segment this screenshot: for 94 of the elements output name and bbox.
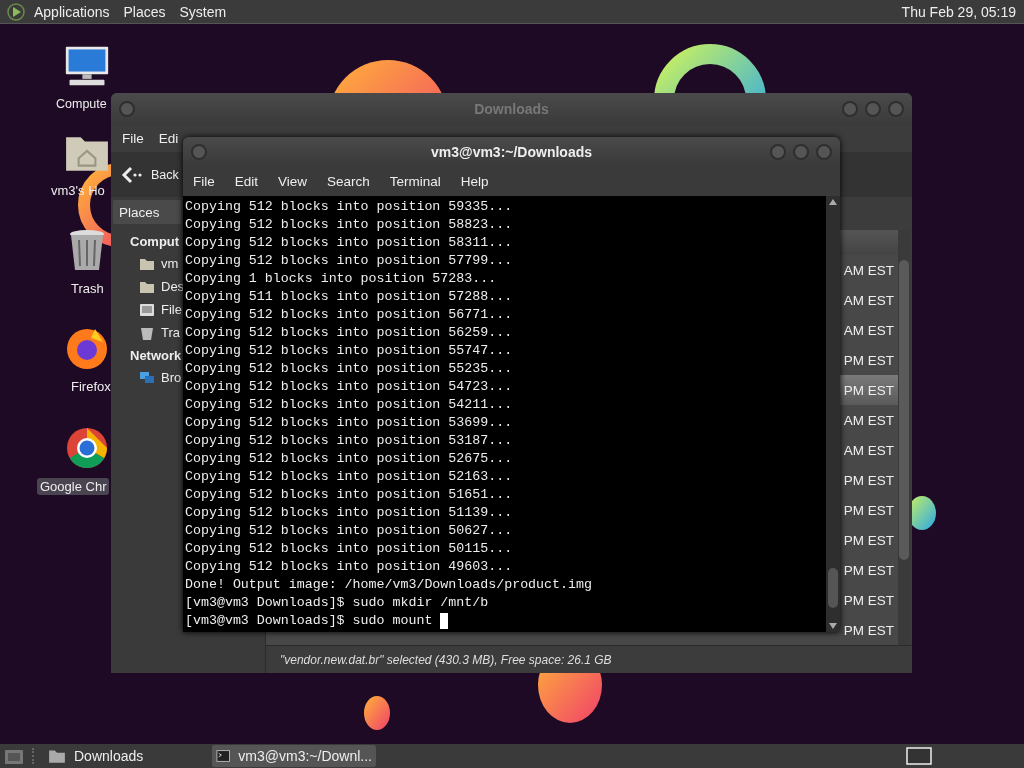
computer-icon[interactable] bbox=[64, 44, 110, 88]
scroll-down-icon[interactable] bbox=[829, 623, 837, 629]
table-cell: PM EST bbox=[843, 532, 894, 548]
table-cell: AM EST bbox=[843, 322, 894, 338]
table-cell: AM EST bbox=[843, 412, 894, 428]
play-logo-icon[interactable] bbox=[6, 1, 26, 22]
table-cell: PM EST bbox=[843, 472, 894, 488]
table-cell: PM EST bbox=[843, 382, 894, 398]
terminal-line: Done! Output image: /home/vm3/Downloads/product.img bbox=[185, 576, 592, 594]
file-row[interactable]: PM EST bbox=[836, 615, 898, 645]
browser-icon[interactable] bbox=[64, 426, 110, 470]
sidebar-item[interactable]: vm bbox=[161, 256, 179, 271]
window-menu-button[interactable] bbox=[191, 143, 207, 160]
window-title: vm3@vm3:~/Downloads bbox=[430, 143, 593, 160]
terminal-line: [vm3@vm3 Downloads]$ sudo mkdir /mnt/b bbox=[185, 594, 489, 612]
table-cell: PM EST bbox=[843, 622, 894, 638]
back-arrow-icon bbox=[121, 165, 143, 184]
menu-item[interactable]: View bbox=[278, 173, 308, 189]
sidebar-item[interactable]: Bro bbox=[161, 370, 182, 385]
places-dropdown[interactable]: Places bbox=[113, 200, 181, 224]
minimize-button[interactable] bbox=[770, 143, 786, 160]
sidebar-heading: Comput bbox=[130, 234, 180, 249]
table-cell: PM EST bbox=[843, 592, 894, 608]
taskbar-button[interactable]: vm3@vm3:~/Downl... bbox=[212, 745, 376, 767]
folder-icon bbox=[139, 256, 155, 271]
terminal-line: Copying 512 blocks into position 53187... bbox=[185, 432, 513, 450]
panel-menu[interactable]: System bbox=[179, 3, 227, 20]
folder-icon bbox=[139, 279, 155, 294]
taskbar-button[interactable]: Downloads bbox=[44, 745, 208, 767]
table-cell: AM EST bbox=[843, 292, 894, 308]
menu-item[interactable]: Search bbox=[327, 173, 370, 189]
menu-item[interactable]: Help bbox=[460, 173, 489, 189]
terminal-line: Copying 512 blocks into position 56259... bbox=[185, 324, 513, 342]
terminal-line: Copying 512 blocks into position 57799... bbox=[185, 252, 513, 270]
scrollbar-thumb[interactable] bbox=[899, 260, 909, 560]
desktop-icon-label[interactable]: Google Chr bbox=[37, 478, 110, 495]
browser-icon[interactable] bbox=[64, 326, 110, 370]
desktop-icon-label[interactable]: Compute bbox=[53, 96, 110, 112]
sidebar-heading: Network bbox=[130, 348, 182, 363]
terminal-line: Copying 512 blocks into position 56771... bbox=[185, 306, 513, 324]
scrollbar[interactable] bbox=[826, 196, 840, 632]
table-cell: PM EST bbox=[843, 352, 894, 368]
sidebar-item[interactable]: Tra bbox=[161, 325, 181, 340]
menu-item[interactable]: File bbox=[122, 131, 144, 146]
terminal-line: Copying 512 blocks into position 59335... bbox=[185, 198, 513, 216]
drive-icon bbox=[139, 302, 155, 317]
table-cell: AM EST bbox=[843, 262, 894, 278]
folder-icon bbox=[48, 748, 66, 764]
panel-menu[interactable]: Applications bbox=[34, 3, 110, 20]
terminal-line: Copying 512 blocks into position 50627... bbox=[185, 522, 513, 540]
terminal-line: Copying 512 blocks into position 54723... bbox=[185, 378, 513, 396]
terminal-line: Copying 512 blocks into position 58823... bbox=[185, 216, 513, 234]
trash-icon bbox=[139, 325, 155, 340]
back-button[interactable]: Back bbox=[117, 163, 183, 186]
terminal-line: Copying 512 blocks into position 51651... bbox=[185, 486, 513, 504]
terminal-line: Copying 512 blocks into position 52675... bbox=[185, 450, 513, 468]
close-button[interactable] bbox=[816, 143, 832, 160]
terminal-line: Copying 512 blocks into position 49603... bbox=[185, 558, 513, 576]
table-cell: PM EST bbox=[843, 502, 894, 518]
terminal-line: [vm3@vm3 Downloads]$ sudo mount bbox=[185, 612, 433, 630]
sidebar-item[interactable]: File bbox=[161, 302, 182, 317]
terminal-line: Copying 512 blocks into position 50115... bbox=[185, 540, 513, 558]
terminal-line: Copying 512 blocks into position 55747... bbox=[185, 342, 513, 360]
terminal-icon bbox=[216, 748, 231, 764]
network-icon bbox=[139, 370, 155, 385]
terminal-line: Copying 512 blocks into position 58311... bbox=[185, 234, 513, 252]
status-text: "vendor.new.dat.br" selected (430.3 MB), Free space: 26.1 GB bbox=[280, 652, 612, 667]
clock[interactable]: Thu Feb 29, 05:19 bbox=[901, 3, 1016, 20]
terminal-line: Copying 512 blocks into position 53699... bbox=[185, 414, 513, 432]
table-cell: PM EST bbox=[843, 562, 894, 578]
panel-menu[interactable]: Places bbox=[123, 3, 166, 20]
scrollbar-thumb[interactable] bbox=[828, 568, 838, 608]
terminal-line: Copying 512 blocks into position 54211... bbox=[185, 396, 513, 414]
terminal-line: Copying 1 blocks into position 57283... bbox=[185, 270, 497, 288]
terminal-line: Copying 512 blocks into position 52163... bbox=[185, 468, 513, 486]
terminal-line: Copying 511 blocks into position 57288... bbox=[185, 288, 513, 306]
close-button[interactable] bbox=[888, 101, 904, 117]
menu-item[interactable]: Terminal bbox=[389, 173, 441, 189]
table-cell: AM EST bbox=[843, 442, 894, 458]
maximize-button[interactable] bbox=[865, 101, 881, 117]
maximize-button[interactable] bbox=[793, 143, 809, 160]
window-menu-button[interactable] bbox=[119, 101, 135, 117]
show-desktop-icon[interactable] bbox=[4, 747, 24, 765]
desktop-icon-label[interactable]: Firefox bbox=[68, 378, 114, 395]
menu-item[interactable]: File bbox=[193, 173, 215, 189]
menu-item[interactable]: Edi bbox=[158, 131, 179, 146]
terminal-line: Copying 512 blocks into position 55235... bbox=[185, 360, 513, 378]
scroll-up-icon[interactable] bbox=[829, 199, 837, 205]
desktop-icon-label[interactable]: Trash bbox=[68, 280, 107, 297]
minimize-button[interactable] bbox=[842, 101, 858, 117]
workspace-icon[interactable] bbox=[906, 747, 932, 765]
terminal-line: Copying 512 blocks into position 51139... bbox=[185, 504, 513, 522]
menu-item[interactable]: Edit bbox=[234, 173, 259, 189]
sidebar-item[interactable]: Des bbox=[161, 279, 185, 294]
